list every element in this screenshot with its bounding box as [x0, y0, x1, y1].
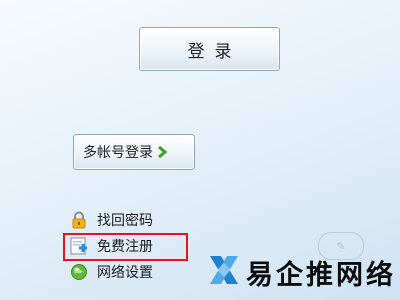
x-logo-icon: [207, 253, 241, 291]
find-password-label: 找回密码: [97, 213, 153, 229]
login-button-label: 登录: [187, 41, 242, 62]
watermark-glyph: ✎: [336, 239, 346, 253]
brand-text: 易企推网络: [246, 259, 396, 291]
login-button[interactable]: 登录: [139, 27, 280, 71]
multi-account-login-label: 多帐号登录: [83, 145, 153, 161]
network-settings-label: 网络设置: [97, 265, 153, 281]
brand-logo: 易企推网络: [207, 252, 396, 292]
chevron-right-icon: [157, 145, 167, 159]
register-highlight-box: [63, 233, 188, 261]
multi-account-login-button[interactable]: 多帐号登录: [73, 134, 195, 170]
find-password-link[interactable]: 找回密码: [68, 209, 153, 231]
network-settings-link[interactable]: 网络设置: [68, 261, 153, 283]
lock-icon: [68, 210, 90, 230]
globe-icon: [68, 262, 90, 282]
